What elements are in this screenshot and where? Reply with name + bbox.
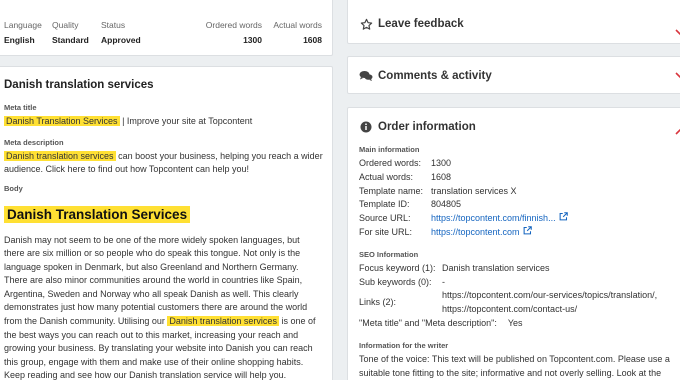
stat-ordered-label: Ordered words bbox=[205, 20, 262, 30]
order-information-title: Order information bbox=[378, 121, 476, 133]
stat-quality-label: Quality bbox=[52, 20, 79, 30]
keyword-highlight: Danish translation services bbox=[167, 316, 279, 327]
seo-key: Links (2): bbox=[359, 297, 397, 308]
seo-key: Sub keywords (0): bbox=[359, 276, 432, 287]
order-information-header[interactable]: Order information bbox=[359, 120, 680, 134]
meta-title-text: Danish Translation Services | Improve yo… bbox=[4, 115, 326, 129]
seo-value: - bbox=[442, 276, 445, 287]
info-row-actual: Actual words: 1608 bbox=[359, 171, 680, 185]
leave-feedback-panel[interactable]: Leave feedback bbox=[347, 0, 680, 44]
seo-row-sub: Sub keywords (0): - bbox=[359, 276, 680, 290]
info-key: Actual words: bbox=[359, 171, 414, 182]
stat-language: Language English bbox=[4, 20, 42, 45]
body-text: Danish may not seem to be one of the mor… bbox=[4, 234, 322, 380]
info-value: 1608 bbox=[431, 171, 452, 182]
stat-actual-value: 1608 bbox=[303, 35, 322, 45]
meta-description-label: Meta description bbox=[4, 137, 64, 147]
main-information-label: Main information bbox=[359, 145, 420, 154]
info-key: Ordered words: bbox=[359, 158, 422, 168]
meta-title-rest: | Improve your site at Topcontent bbox=[119, 116, 253, 126]
chevron-down-icon[interactable] bbox=[675, 69, 680, 81]
stat-ordered-value: 1300 bbox=[243, 35, 262, 45]
info-value: translation services X bbox=[431, 185, 517, 196]
order-stats-card: Language English Quality Standard Status… bbox=[0, 0, 333, 56]
body-text-part1: Danish may not seem to be one of the mor… bbox=[4, 234, 308, 327]
stat-status-value: Approved bbox=[101, 35, 141, 45]
info-key: Source URL: bbox=[359, 213, 411, 224]
info-row-site-url: For site URL: https://topcontent.com bbox=[359, 226, 680, 240]
info-key: For site URL: bbox=[359, 226, 413, 237]
seo-key: Focus keyword (1): bbox=[359, 262, 436, 273]
meta-description-text: Danish translation services can boost yo… bbox=[4, 150, 326, 177]
stat-language-label: Language bbox=[4, 20, 42, 30]
stat-ordered-words: Ordered words 1300 bbox=[206, 20, 262, 45]
writer-information-label: Information for the writer bbox=[359, 340, 449, 350]
seo-link-2: https://topcontent.com/contact-us/ bbox=[442, 304, 578, 315]
stat-quality-value: Standard bbox=[52, 35, 89, 45]
stat-actual-words: Actual words 1608 bbox=[273, 20, 322, 45]
chevron-up-icon[interactable] bbox=[675, 125, 680, 137]
seo-links-value: https://topcontent.com/our-services/topi… bbox=[442, 289, 657, 317]
order-information-panel: Order information Main information Order… bbox=[347, 107, 680, 380]
seo-key: "Meta title" and "Meta description": bbox=[359, 317, 497, 328]
info-row-template-id: Template ID: 804805 bbox=[359, 198, 680, 212]
comments-icon bbox=[359, 69, 373, 83]
body-heading: Danish Translation Services bbox=[4, 205, 191, 223]
document-title: Danish translation services bbox=[4, 79, 154, 91]
info-row-source-url: Source URL: https://topcontent.com/finni… bbox=[359, 212, 680, 226]
info-row-template: Template name: translation services X bbox=[359, 185, 680, 199]
star-outline-icon bbox=[359, 17, 373, 31]
stat-status-label: Status bbox=[101, 20, 126, 30]
info-key: Template name: bbox=[359, 185, 424, 196]
seo-row-links: Links (2): https://topcontent.com/our-se… bbox=[359, 289, 680, 317]
external-link-icon[interactable] bbox=[523, 226, 532, 235]
seo-link-1: https://topcontent.com/our-services/topi… bbox=[442, 290, 658, 301]
document-card: Danish translation services Meta title D… bbox=[0, 66, 333, 380]
info-row-ordered: Ordered words: 1300 bbox=[359, 157, 680, 171]
seo-value: Yes bbox=[507, 317, 523, 328]
comments-activity-header[interactable]: Comments & activity bbox=[359, 69, 680, 83]
keyword-highlight: Danish Translation Services bbox=[4, 116, 120, 126]
seo-value: Danish translation services bbox=[442, 262, 550, 273]
body-label: Body bbox=[4, 183, 23, 193]
seo-row-focus: Focus keyword (1): Danish translation ser… bbox=[359, 262, 680, 276]
info-value: 1300 bbox=[431, 158, 452, 168]
seo-row-meta: "Meta title" and "Meta description": Yes bbox=[359, 317, 680, 331]
meta-title-label: Meta title bbox=[4, 103, 37, 112]
info-key: Template ID: bbox=[359, 199, 410, 210]
stat-status: Status Approved bbox=[101, 20, 141, 45]
stat-actual-label: Actual words bbox=[273, 20, 322, 30]
stat-language-value: English bbox=[4, 35, 35, 45]
stat-quality: Quality Standard bbox=[52, 20, 89, 45]
writer-information-text: Tone of the voice: This text will be pub… bbox=[359, 353, 670, 378]
leave-feedback-title: Leave feedback bbox=[378, 18, 464, 30]
info-circle-icon bbox=[359, 120, 373, 134]
source-url-link[interactable]: https://topcontent.com/finnish... bbox=[431, 212, 556, 226]
comments-activity-panel[interactable]: Comments & activity bbox=[347, 56, 680, 94]
info-value: 804805 bbox=[431, 199, 462, 210]
site-url-link[interactable]: https://topcontent.com bbox=[431, 226, 520, 240]
leave-feedback-header[interactable]: Leave feedback bbox=[359, 17, 680, 31]
seo-information-label: SEO Information bbox=[359, 249, 419, 259]
chevron-down-icon[interactable] bbox=[675, 26, 680, 38]
external-link-icon[interactable] bbox=[559, 212, 568, 221]
keyword-highlight: Danish translation services bbox=[4, 150, 116, 161]
comments-activity-title: Comments & activity bbox=[378, 70, 492, 82]
